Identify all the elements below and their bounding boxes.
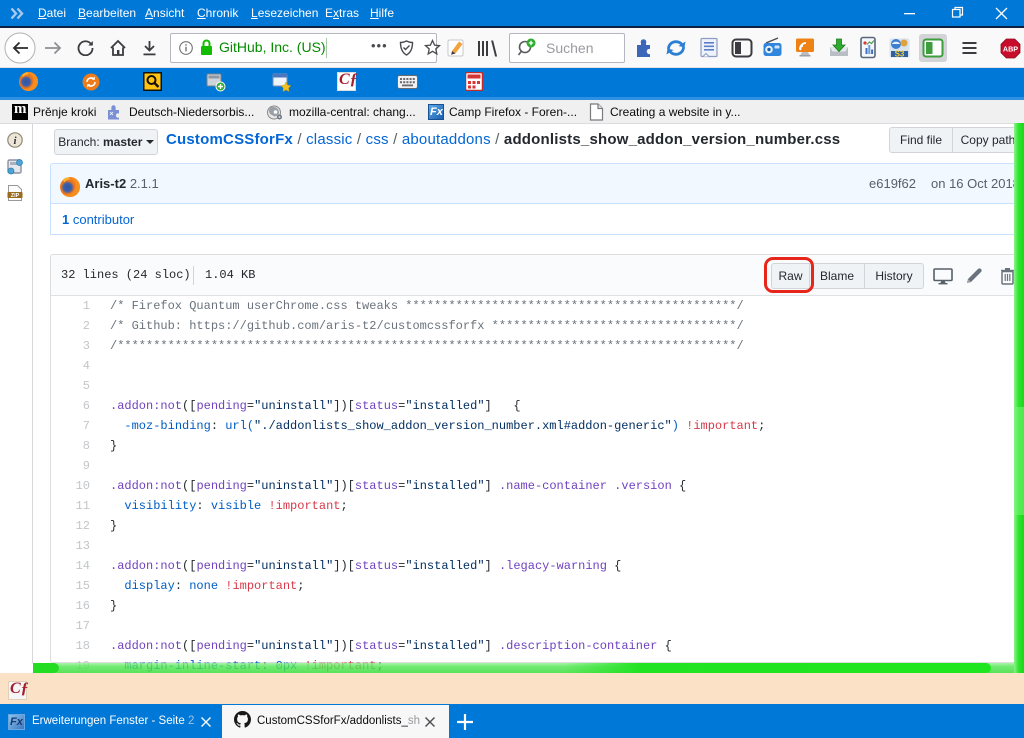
svg-text:S3: S3 (895, 50, 905, 59)
svg-text:ZIP: ZIP (11, 193, 20, 199)
svg-text:ABP: ABP (1003, 45, 1018, 54)
